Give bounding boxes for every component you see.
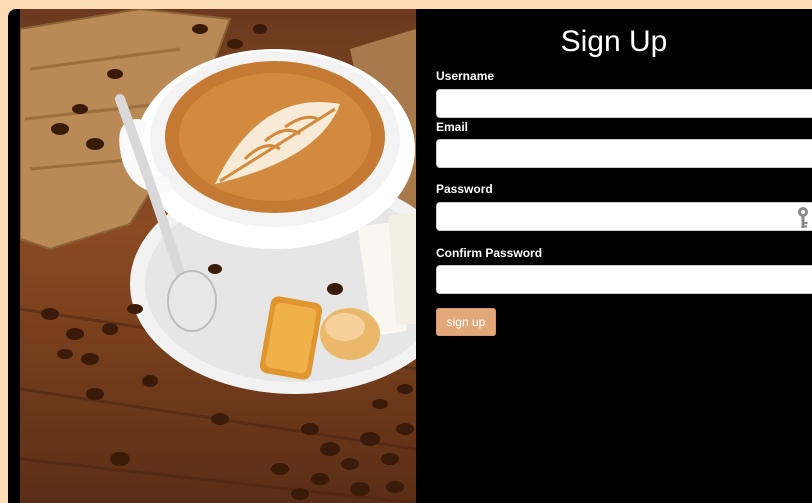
password-label: Password: [436, 182, 493, 196]
password-input[interactable]: [436, 202, 812, 231]
email-input[interactable]: [436, 139, 812, 168]
page-title: Sign Up: [560, 25, 668, 58]
signup-form: Sign Up Username Email Password Confirm …: [416, 9, 812, 503]
key-icon[interactable]: [796, 206, 810, 230]
confirm-password-input[interactable]: [436, 265, 812, 294]
confirm-password-label: Confirm Password: [436, 246, 543, 260]
email-label: Email: [436, 120, 469, 134]
coffee-illustration: [20, 9, 416, 503]
username-input[interactable]: [436, 89, 812, 118]
coffee-cup-photo: [20, 9, 416, 503]
sign-up-button[interactable]: sign up: [436, 308, 496, 336]
signup-window: Sign Up Username Email Password Confirm …: [8, 9, 812, 503]
username-label: Username: [436, 69, 495, 83]
